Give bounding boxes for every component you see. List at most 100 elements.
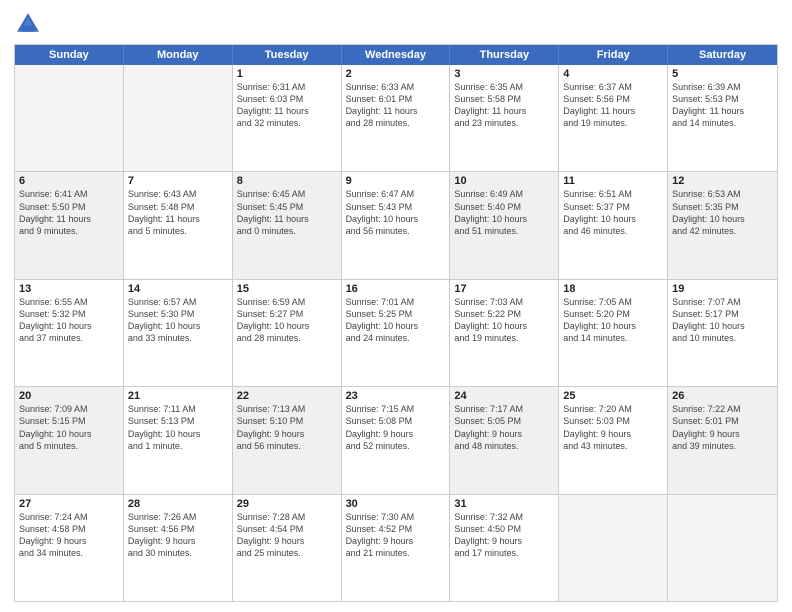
calendar-cell	[559, 495, 668, 601]
day-info: Sunrise: 7:05 AM Sunset: 5:20 PM Dayligh…	[563, 296, 663, 345]
header-day-thursday: Thursday	[450, 45, 559, 65]
day-info: Sunrise: 7:24 AM Sunset: 4:58 PM Dayligh…	[19, 511, 119, 560]
day-number: 20	[19, 390, 119, 402]
day-number: 30	[346, 498, 446, 510]
calendar-cell: 3Sunrise: 6:35 AM Sunset: 5:58 PM Daylig…	[450, 65, 559, 171]
calendar-cell: 11Sunrise: 6:51 AM Sunset: 5:37 PM Dayli…	[559, 172, 668, 278]
day-number: 4	[563, 68, 663, 80]
day-number: 2	[346, 68, 446, 80]
logo-icon	[14, 10, 42, 38]
day-number: 11	[563, 175, 663, 187]
day-number: 18	[563, 283, 663, 295]
day-number: 28	[128, 498, 228, 510]
day-number: 29	[237, 498, 337, 510]
day-info: Sunrise: 6:45 AM Sunset: 5:45 PM Dayligh…	[237, 188, 337, 237]
calendar-header: SundayMondayTuesdayWednesdayThursdayFrid…	[15, 45, 777, 65]
day-number: 17	[454, 283, 554, 295]
day-number: 13	[19, 283, 119, 295]
calendar-cell: 20Sunrise: 7:09 AM Sunset: 5:15 PM Dayli…	[15, 387, 124, 493]
day-info: Sunrise: 6:31 AM Sunset: 6:03 PM Dayligh…	[237, 81, 337, 130]
calendar-cell: 14Sunrise: 6:57 AM Sunset: 5:30 PM Dayli…	[124, 280, 233, 386]
calendar-cell: 30Sunrise: 7:30 AM Sunset: 4:52 PM Dayli…	[342, 495, 451, 601]
calendar-cell: 24Sunrise: 7:17 AM Sunset: 5:05 PM Dayli…	[450, 387, 559, 493]
day-number: 26	[672, 390, 773, 402]
calendar-cell: 7Sunrise: 6:43 AM Sunset: 5:48 PM Daylig…	[124, 172, 233, 278]
calendar-row-0: 1Sunrise: 6:31 AM Sunset: 6:03 PM Daylig…	[15, 65, 777, 171]
calendar-cell: 27Sunrise: 7:24 AM Sunset: 4:58 PM Dayli…	[15, 495, 124, 601]
calendar-cell	[668, 495, 777, 601]
calendar-cell: 21Sunrise: 7:11 AM Sunset: 5:13 PM Dayli…	[124, 387, 233, 493]
header-day-tuesday: Tuesday	[233, 45, 342, 65]
header-day-wednesday: Wednesday	[342, 45, 451, 65]
day-number: 5	[672, 68, 773, 80]
calendar-row-1: 6Sunrise: 6:41 AM Sunset: 5:50 PM Daylig…	[15, 171, 777, 278]
day-info: Sunrise: 7:03 AM Sunset: 5:22 PM Dayligh…	[454, 296, 554, 345]
header	[14, 10, 778, 38]
day-info: Sunrise: 6:33 AM Sunset: 6:01 PM Dayligh…	[346, 81, 446, 130]
logo	[14, 10, 46, 38]
calendar-cell: 8Sunrise: 6:45 AM Sunset: 5:45 PM Daylig…	[233, 172, 342, 278]
day-info: Sunrise: 6:39 AM Sunset: 5:53 PM Dayligh…	[672, 81, 773, 130]
day-info: Sunrise: 7:28 AM Sunset: 4:54 PM Dayligh…	[237, 511, 337, 560]
day-info: Sunrise: 6:59 AM Sunset: 5:27 PM Dayligh…	[237, 296, 337, 345]
calendar-cell: 2Sunrise: 6:33 AM Sunset: 6:01 PM Daylig…	[342, 65, 451, 171]
day-info: Sunrise: 7:07 AM Sunset: 5:17 PM Dayligh…	[672, 296, 773, 345]
calendar-cell: 29Sunrise: 7:28 AM Sunset: 4:54 PM Dayli…	[233, 495, 342, 601]
day-number: 25	[563, 390, 663, 402]
calendar-cell: 25Sunrise: 7:20 AM Sunset: 5:03 PM Dayli…	[559, 387, 668, 493]
calendar-cell: 4Sunrise: 6:37 AM Sunset: 5:56 PM Daylig…	[559, 65, 668, 171]
day-info: Sunrise: 6:37 AM Sunset: 5:56 PM Dayligh…	[563, 81, 663, 130]
header-day-friday: Friday	[559, 45, 668, 65]
calendar-cell: 22Sunrise: 7:13 AM Sunset: 5:10 PM Dayli…	[233, 387, 342, 493]
day-number: 9	[346, 175, 446, 187]
day-number: 16	[346, 283, 446, 295]
calendar-cell	[124, 65, 233, 171]
calendar-cell: 10Sunrise: 6:49 AM Sunset: 5:40 PM Dayli…	[450, 172, 559, 278]
day-info: Sunrise: 6:51 AM Sunset: 5:37 PM Dayligh…	[563, 188, 663, 237]
day-number: 19	[672, 283, 773, 295]
day-number: 3	[454, 68, 554, 80]
day-number: 10	[454, 175, 554, 187]
calendar-cell: 16Sunrise: 7:01 AM Sunset: 5:25 PM Dayli…	[342, 280, 451, 386]
calendar-body: 1Sunrise: 6:31 AM Sunset: 6:03 PM Daylig…	[15, 65, 777, 601]
day-info: Sunrise: 7:32 AM Sunset: 4:50 PM Dayligh…	[454, 511, 554, 560]
day-info: Sunrise: 7:01 AM Sunset: 5:25 PM Dayligh…	[346, 296, 446, 345]
day-info: Sunrise: 7:22 AM Sunset: 5:01 PM Dayligh…	[672, 403, 773, 452]
header-day-sunday: Sunday	[15, 45, 124, 65]
calendar-cell: 15Sunrise: 6:59 AM Sunset: 5:27 PM Dayli…	[233, 280, 342, 386]
day-number: 8	[237, 175, 337, 187]
calendar-cell: 1Sunrise: 6:31 AM Sunset: 6:03 PM Daylig…	[233, 65, 342, 171]
calendar-cell: 9Sunrise: 6:47 AM Sunset: 5:43 PM Daylig…	[342, 172, 451, 278]
calendar-cell: 17Sunrise: 7:03 AM Sunset: 5:22 PM Dayli…	[450, 280, 559, 386]
day-number: 31	[454, 498, 554, 510]
day-number: 23	[346, 390, 446, 402]
page: SundayMondayTuesdayWednesdayThursdayFrid…	[0, 0, 792, 612]
day-info: Sunrise: 7:15 AM Sunset: 5:08 PM Dayligh…	[346, 403, 446, 452]
day-info: Sunrise: 7:30 AM Sunset: 4:52 PM Dayligh…	[346, 511, 446, 560]
calendar-cell: 5Sunrise: 6:39 AM Sunset: 5:53 PM Daylig…	[668, 65, 777, 171]
day-info: Sunrise: 6:49 AM Sunset: 5:40 PM Dayligh…	[454, 188, 554, 237]
calendar-cell: 26Sunrise: 7:22 AM Sunset: 5:01 PM Dayli…	[668, 387, 777, 493]
day-number: 14	[128, 283, 228, 295]
day-number: 21	[128, 390, 228, 402]
header-day-saturday: Saturday	[668, 45, 777, 65]
day-info: Sunrise: 7:17 AM Sunset: 5:05 PM Dayligh…	[454, 403, 554, 452]
calendar-row-4: 27Sunrise: 7:24 AM Sunset: 4:58 PM Dayli…	[15, 494, 777, 601]
header-day-monday: Monday	[124, 45, 233, 65]
day-number: 6	[19, 175, 119, 187]
calendar-cell: 12Sunrise: 6:53 AM Sunset: 5:35 PM Dayli…	[668, 172, 777, 278]
day-info: Sunrise: 6:53 AM Sunset: 5:35 PM Dayligh…	[672, 188, 773, 237]
day-number: 1	[237, 68, 337, 80]
day-info: Sunrise: 6:55 AM Sunset: 5:32 PM Dayligh…	[19, 296, 119, 345]
day-info: Sunrise: 6:57 AM Sunset: 5:30 PM Dayligh…	[128, 296, 228, 345]
calendar-cell: 28Sunrise: 7:26 AM Sunset: 4:56 PM Dayli…	[124, 495, 233, 601]
day-info: Sunrise: 6:47 AM Sunset: 5:43 PM Dayligh…	[346, 188, 446, 237]
calendar-cell: 13Sunrise: 6:55 AM Sunset: 5:32 PM Dayli…	[15, 280, 124, 386]
calendar-row-2: 13Sunrise: 6:55 AM Sunset: 5:32 PM Dayli…	[15, 279, 777, 386]
calendar-cell	[15, 65, 124, 171]
day-info: Sunrise: 7:26 AM Sunset: 4:56 PM Dayligh…	[128, 511, 228, 560]
calendar-row-3: 20Sunrise: 7:09 AM Sunset: 5:15 PM Dayli…	[15, 386, 777, 493]
calendar-cell: 23Sunrise: 7:15 AM Sunset: 5:08 PM Dayli…	[342, 387, 451, 493]
calendar-cell: 31Sunrise: 7:32 AM Sunset: 4:50 PM Dayli…	[450, 495, 559, 601]
day-info: Sunrise: 6:35 AM Sunset: 5:58 PM Dayligh…	[454, 81, 554, 130]
